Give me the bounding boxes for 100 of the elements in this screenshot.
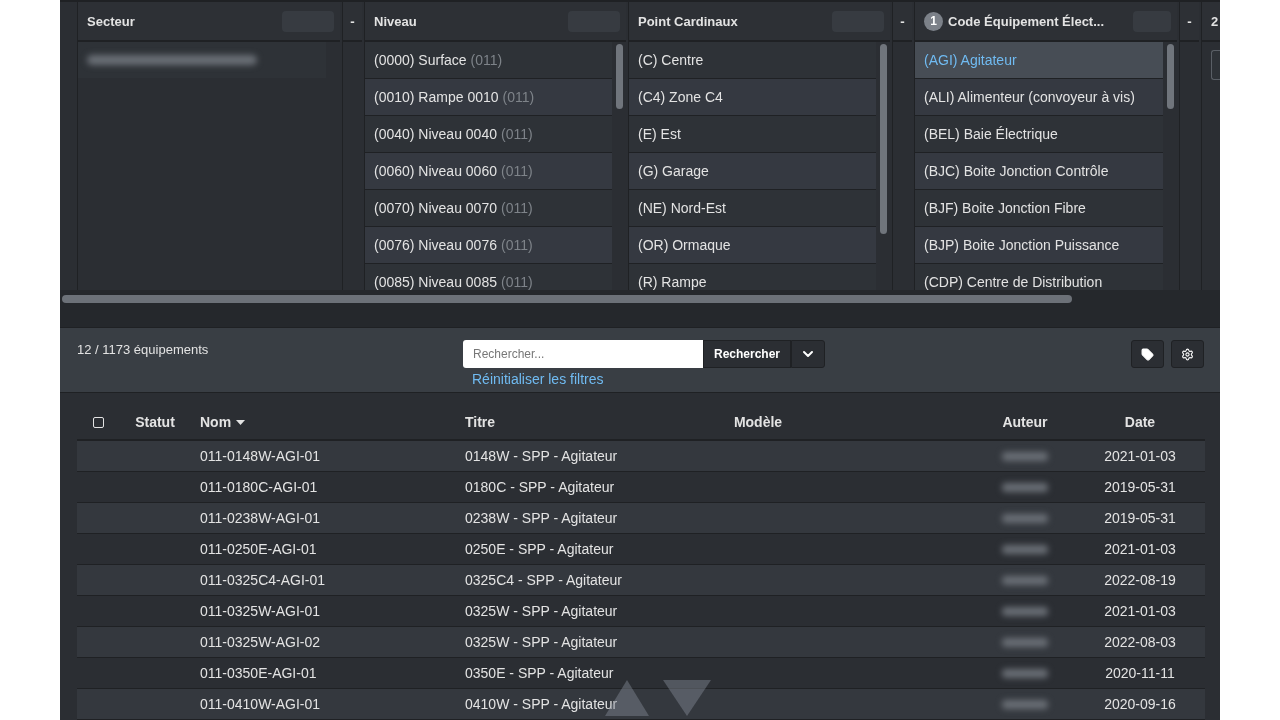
item-label: (0010) Rampe 0010 — [374, 89, 499, 105]
search-button[interactable]: Rechercher — [703, 340, 792, 369]
column-header[interactable]: Statut — [135, 414, 175, 430]
list-item[interactable]: (NE) Nord-Est — [629, 190, 876, 226]
item-label: (C) Centre — [638, 52, 704, 68]
settings-icon — [1181, 347, 1194, 361]
table-cell-text: 011-0325W-AGI-02 — [199, 634, 321, 650]
list-item[interactable]: (OR) Ormaque — [629, 227, 876, 263]
item-label: (NE) Nord-Est — [638, 200, 726, 216]
table-cell-text: 011-0350E-AGI-01 — [199, 665, 317, 681]
list-item[interactable]: (0085) Niveau 0085 (011) — [365, 264, 612, 290]
table-cell-text: 011-0325W-AGI-01 — [199, 603, 321, 619]
table-cell-text: 0410W - SPP - Agitateur — [464, 696, 618, 712]
table-cell-text: 011-0250E-AGI-01 — [199, 541, 317, 557]
scrollbar-thumb[interactable] — [879, 44, 887, 234]
scrollbar-thumb[interactable] — [615, 44, 623, 109]
list-item[interactable]: (ALI) Alimenteur (convoyeur à vis) — [915, 79, 1163, 115]
table-cell-text: 011-0238W-AGI-01 — [199, 510, 321, 526]
table-cell-text: 0325W - SPP - Agitateur — [464, 634, 618, 650]
list-item[interactable]: (BJP) Boite Jonction Puissance — [915, 227, 1163, 263]
select-all-checkbox[interactable] — [93, 416, 104, 428]
search-field[interactable]: Rechercher... — [463, 340, 703, 369]
list-item[interactable]: (0076) Niveau 0076 (011) — [365, 227, 612, 263]
column-title: Code Équipement Élect... — [948, 13, 1106, 29]
column-header[interactable]: Nom — [190, 414, 246, 430]
list-item[interactable]: (G) Garage — [629, 153, 876, 189]
item-label: (BJC) Boite Jonction Contrôle — [924, 163, 1109, 179]
item-count: (011) — [501, 200, 533, 216]
column-title: 2 — [1211, 13, 1220, 29]
reset-filters-link[interactable]: Réinitialiser les filtres — [472, 371, 1131, 388]
column-header[interactable]: Modèle — [733, 414, 783, 430]
table-cell-text: 0238W - SPP - Agitateur — [464, 510, 618, 526]
column-header[interactable]: Auteur — [1002, 414, 1048, 430]
table-cell: 2020-11-11 — [1105, 665, 1175, 681]
table-cell: 2021-01-03 — [1104, 448, 1176, 464]
table-cell: 2022-08-19 — [1104, 572, 1176, 588]
item-label: (0070) Niveau 0070 — [374, 200, 497, 216]
table-cell: 2021-01-03 — [1104, 541, 1176, 557]
collapse-button[interactable]: - — [1179, 2, 1199, 42]
table-cell-text: 011-0410W-AGI-01 — [199, 696, 321, 712]
item-count: (011) — [502, 89, 535, 105]
item-label: (G) Garage — [638, 163, 709, 179]
list-item[interactable]: (AGI) Agitateur — [915, 42, 1163, 78]
list-item[interactable]: (BJC) Boite Jonction Contrôle — [915, 153, 1163, 189]
item-label: (CDP) Centre de Distribution — [924, 274, 1103, 290]
list-item[interactable]: (C4) Zone C4 — [629, 79, 876, 115]
list-item[interactable] — [78, 42, 326, 78]
item-label: (0040) Niveau 0040 — [374, 126, 497, 142]
item-label: (R) Rampe — [638, 274, 707, 290]
list-item[interactable]: (C) Centre — [629, 42, 876, 78]
list-item[interactable]: (BJF) Boite Jonction Fibre — [915, 190, 1163, 226]
item-label: (BJP) Boite Jonction Puissance — [924, 237, 1120, 253]
item-label: (AGI) Agitateur — [924, 52, 1017, 68]
column-header[interactable]: Date — [1124, 414, 1156, 430]
settings-button[interactable] — [1171, 340, 1204, 369]
result-count: 12 / 1173 équipements — [77, 341, 210, 360]
table-cell-text: 0325C4 - SPP - Agitateur — [464, 572, 622, 588]
table-cell-text: 0148W - SPP - Agitateur — [464, 448, 618, 464]
collapse-button[interactable]: - — [342, 2, 362, 42]
count-badge: 1 — [924, 11, 943, 31]
item-label: (0085) Niveau 0085 — [374, 274, 497, 290]
down-triangle-icon[interactable] — [663, 680, 711, 716]
tag-button[interactable] — [1131, 340, 1164, 369]
item-label: (ALI) Alimenteur (convoyeur à vis) — [924, 89, 1135, 105]
item-label: (OR) Ormaque — [638, 237, 731, 253]
list-item[interactable]: (0040) Niveau 0040 (011) — [365, 116, 612, 152]
table-cell: 2021-01-03 — [1104, 603, 1176, 619]
table-cell: 2019-05-31 — [1104, 479, 1176, 495]
list-item[interactable]: (R) Rampe — [629, 264, 876, 290]
list-item[interactable]: (CDP) Centre de Distribution — [915, 264, 1163, 290]
column-header[interactable]: Titre — [455, 414, 496, 430]
scrollbar-thumb[interactable] — [62, 294, 1072, 303]
tag-icon — [1141, 347, 1154, 361]
table-cell-text: 0350E - SPP - Agitateur — [464, 665, 614, 681]
table-cell: 2020-09-16 — [1104, 696, 1176, 712]
item-label: (C4) Zone C4 — [638, 89, 723, 105]
table-cell: 2022-08-03 — [1104, 634, 1176, 650]
item-label: (BJF) Boite Jonction Fibre — [924, 200, 1086, 216]
list-item[interactable]: (0060) Niveau 0060 (011) — [365, 153, 612, 189]
dropdown-button[interactable] — [791, 340, 826, 369]
item-count: (011) — [501, 126, 533, 142]
list-item[interactable]: (BEL) Baie Électrique — [915, 116, 1163, 152]
item-count: (011) — [501, 237, 533, 253]
item-count: (011) — [501, 274, 533, 290]
column-title: Point Cardinaux — [638, 13, 739, 29]
collapse-button[interactable]: - — [892, 2, 912, 42]
scrollbar-thumb[interactable] — [1166, 44, 1174, 109]
column-title: Niveau — [374, 13, 418, 29]
list-item[interactable]: (E) Est — [629, 116, 876, 152]
list-item[interactable]: (0070) Niveau 0070 (011) — [365, 190, 612, 226]
table-cell: 2019-05-31 — [1104, 510, 1176, 526]
item-label: (BEL) Baie Électrique — [924, 126, 1058, 142]
list-item[interactable]: (0010) Rampe 0010 (011) — [365, 79, 612, 115]
item-label: (0076) Niveau 0076 — [374, 237, 497, 253]
table-cell-text: 0180C - SPP - Agitateur — [464, 479, 615, 495]
table-cell-text: 0325W - SPP - Agitateur — [464, 603, 618, 619]
item-label: (0060) Niveau 0060 — [374, 163, 497, 179]
list-item[interactable]: (0000) Surface (011) — [365, 42, 612, 78]
item-count: (011) — [470, 52, 503, 68]
table-cell-text: 011-0148W-AGI-01 — [199, 448, 321, 464]
